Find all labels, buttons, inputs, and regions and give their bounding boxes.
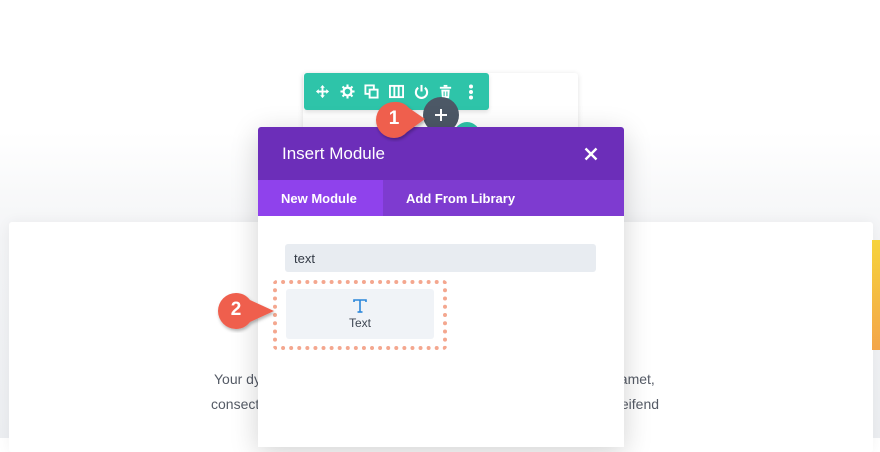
modal-tabs: New Module Add From Library <box>258 180 624 216</box>
section-accent-bar <box>872 240 880 350</box>
plus-icon <box>435 109 447 121</box>
columns-icon[interactable] <box>387 83 405 101</box>
close-button[interactable] <box>582 145 600 163</box>
modal-header: Insert Module <box>258 127 624 180</box>
step-number-1: 1 <box>388 108 400 129</box>
body-text-line-1-left: Your dy <box>214 371 261 387</box>
gear-icon[interactable] <box>338 83 356 101</box>
step-marker-1: 1 <box>373 100 427 142</box>
module-search <box>285 244 596 272</box>
more-icon[interactable] <box>462 83 480 101</box>
body-text-line-2-left: consect <box>211 396 260 412</box>
move-icon[interactable] <box>313 83 331 101</box>
search-input[interactable] <box>285 244 596 272</box>
duplicate-icon[interactable] <box>363 83 381 101</box>
tab-add-from-library[interactable]: Add From Library <box>383 180 538 216</box>
highlight-outline <box>273 280 447 350</box>
step-marker-2: 2 <box>214 291 276 333</box>
power-icon[interactable] <box>412 83 430 101</box>
tab-new-module[interactable]: New Module <box>258 180 383 216</box>
step-number-2: 2 <box>230 299 242 320</box>
close-icon <box>584 147 598 160</box>
modal-title: Insert Module <box>282 143 385 163</box>
